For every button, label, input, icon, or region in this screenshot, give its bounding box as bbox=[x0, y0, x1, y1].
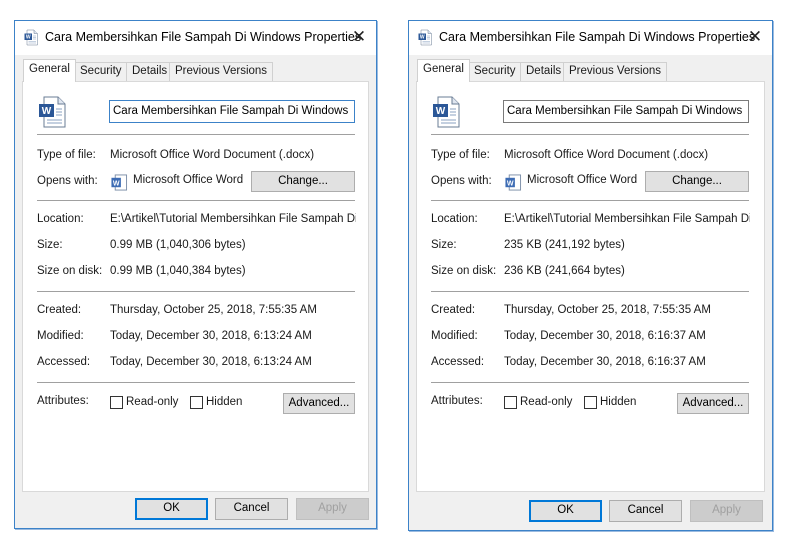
word-app-icon bbox=[504, 174, 522, 191]
hidden-label[interactable]: Hidden bbox=[600, 396, 636, 408]
opens-with-value: Microsoft Office Word bbox=[133, 174, 244, 186]
apply-button[interactable]: Apply bbox=[690, 500, 763, 522]
close-icon[interactable]: ✕ bbox=[348, 26, 370, 48]
type-of-file-value: Microsoft Office Word Document (.docx) bbox=[504, 149, 709, 161]
location-label: Location: bbox=[431, 213, 478, 225]
read-only-checkbox[interactable] bbox=[110, 396, 123, 409]
divider bbox=[37, 291, 355, 292]
ok-button[interactable]: OK bbox=[135, 498, 208, 520]
title-bar[interactable]: Cara Membersihkan File Sampah Di Windows… bbox=[15, 21, 376, 55]
tab-security[interactable]: Security bbox=[468, 62, 522, 81]
advanced-button[interactable]: Advanced... bbox=[283, 393, 355, 414]
change-button[interactable]: Change... bbox=[645, 171, 749, 192]
opens-with-label: Opens with: bbox=[431, 175, 492, 187]
type-of-file-value: Microsoft Office Word Document (.docx) bbox=[110, 149, 315, 161]
tab-general[interactable]: General bbox=[417, 59, 470, 82]
location-value: E:\Artikel\Tutorial Membersihkan File Sa… bbox=[504, 213, 750, 225]
word-document-icon bbox=[38, 96, 70, 128]
word-app-icon bbox=[110, 174, 128, 191]
read-only-label[interactable]: Read-only bbox=[520, 396, 572, 408]
window-title: Cara Membersihkan File Sampah Di Windows… bbox=[45, 30, 362, 44]
created-label: Created: bbox=[431, 304, 476, 316]
word-document-icon bbox=[24, 29, 40, 46]
created-value: Thursday, October 25, 2018, 7:55:35 AM bbox=[110, 304, 317, 316]
attributes-label: Attributes: bbox=[431, 395, 483, 407]
accessed-label: Accessed: bbox=[431, 356, 485, 368]
created-value: Thursday, October 25, 2018, 7:55:35 AM bbox=[504, 304, 711, 316]
type-of-file-label: Type of file: bbox=[37, 149, 96, 161]
hidden-label[interactable]: Hidden bbox=[206, 396, 242, 408]
title-bar[interactable]: Cara Membersihkan File Sampah Di Windows… bbox=[409, 21, 772, 55]
divider bbox=[37, 382, 355, 383]
properties-dialog: Cara Membersihkan File Sampah Di Windows… bbox=[408, 20, 773, 531]
modified-value: Today, December 30, 2018, 6:16:37 AM bbox=[504, 330, 706, 342]
size-on-disk-value: 0.99 MB (1,040,384 bytes) bbox=[110, 265, 246, 277]
divider bbox=[431, 382, 749, 383]
tab-details[interactable]: Details bbox=[126, 62, 174, 81]
accessed-value: Today, December 30, 2018, 6:13:24 AM bbox=[110, 356, 312, 368]
size-on-disk-label: Size on disk: bbox=[431, 265, 497, 277]
advanced-button[interactable]: Advanced... bbox=[677, 393, 749, 414]
read-only-checkbox[interactable] bbox=[504, 396, 517, 409]
created-label: Created: bbox=[37, 304, 82, 316]
divider bbox=[431, 291, 749, 292]
size-label: Size: bbox=[431, 239, 457, 251]
divider bbox=[431, 200, 749, 201]
tab-general[interactable]: General bbox=[23, 59, 76, 82]
size-label: Size: bbox=[37, 239, 63, 251]
cancel-button[interactable]: Cancel bbox=[215, 498, 288, 520]
hidden-checkbox[interactable] bbox=[584, 396, 597, 409]
divider bbox=[431, 134, 749, 135]
window-title: Cara Membersihkan File Sampah Di Windows… bbox=[439, 30, 756, 44]
change-button[interactable]: Change... bbox=[251, 171, 355, 192]
apply-button[interactable]: Apply bbox=[296, 498, 369, 520]
location-label: Location: bbox=[37, 213, 84, 225]
attributes-label: Attributes: bbox=[37, 395, 89, 407]
tab-details[interactable]: Details bbox=[520, 62, 568, 81]
word-document-icon bbox=[418, 29, 434, 46]
modified-label: Modified: bbox=[37, 330, 84, 342]
accessed-value: Today, December 30, 2018, 6:16:37 AM bbox=[504, 356, 706, 368]
size-value: 235 KB (241,192 bytes) bbox=[504, 239, 625, 251]
file-name-input[interactable]: Cara Membersihkan File Sampah Di Windows bbox=[503, 100, 749, 123]
file-name-input[interactable]: Cara Membersihkan File Sampah Di Windows bbox=[109, 100, 355, 123]
divider bbox=[37, 134, 355, 135]
close-icon[interactable]: ✕ bbox=[744, 26, 766, 48]
tab-previous-versions[interactable]: Previous Versions bbox=[169, 62, 274, 81]
opens-with-value: Microsoft Office Word bbox=[527, 174, 638, 186]
tab-previous-versions[interactable]: Previous Versions bbox=[563, 62, 668, 81]
location-value: E:\Artikel\Tutorial Membersihkan File Sa… bbox=[110, 213, 356, 225]
hidden-checkbox[interactable] bbox=[190, 396, 203, 409]
size-value: 0.99 MB (1,040,306 bytes) bbox=[110, 239, 246, 251]
general-panel: Cara Membersihkan File Sampah Di Windows… bbox=[22, 81, 369, 492]
ok-button[interactable]: OK bbox=[529, 500, 602, 522]
type-of-file-label: Type of file: bbox=[431, 149, 490, 161]
opens-with-label: Opens with: bbox=[37, 175, 98, 187]
modified-value: Today, December 30, 2018, 6:13:24 AM bbox=[110, 330, 312, 342]
general-panel: Cara Membersihkan File Sampah Di Windows… bbox=[416, 81, 765, 492]
tab-security[interactable]: Security bbox=[74, 62, 128, 81]
divider bbox=[37, 200, 355, 201]
modified-label: Modified: bbox=[431, 330, 478, 342]
cancel-button[interactable]: Cancel bbox=[609, 500, 682, 522]
word-document-icon bbox=[432, 96, 464, 128]
size-on-disk-value: 236 KB (241,664 bytes) bbox=[504, 265, 625, 277]
size-on-disk-label: Size on disk: bbox=[37, 265, 103, 277]
properties-dialog: Cara Membersihkan File Sampah Di Windows… bbox=[14, 20, 377, 529]
accessed-label: Accessed: bbox=[37, 356, 91, 368]
read-only-label[interactable]: Read-only bbox=[126, 396, 178, 408]
